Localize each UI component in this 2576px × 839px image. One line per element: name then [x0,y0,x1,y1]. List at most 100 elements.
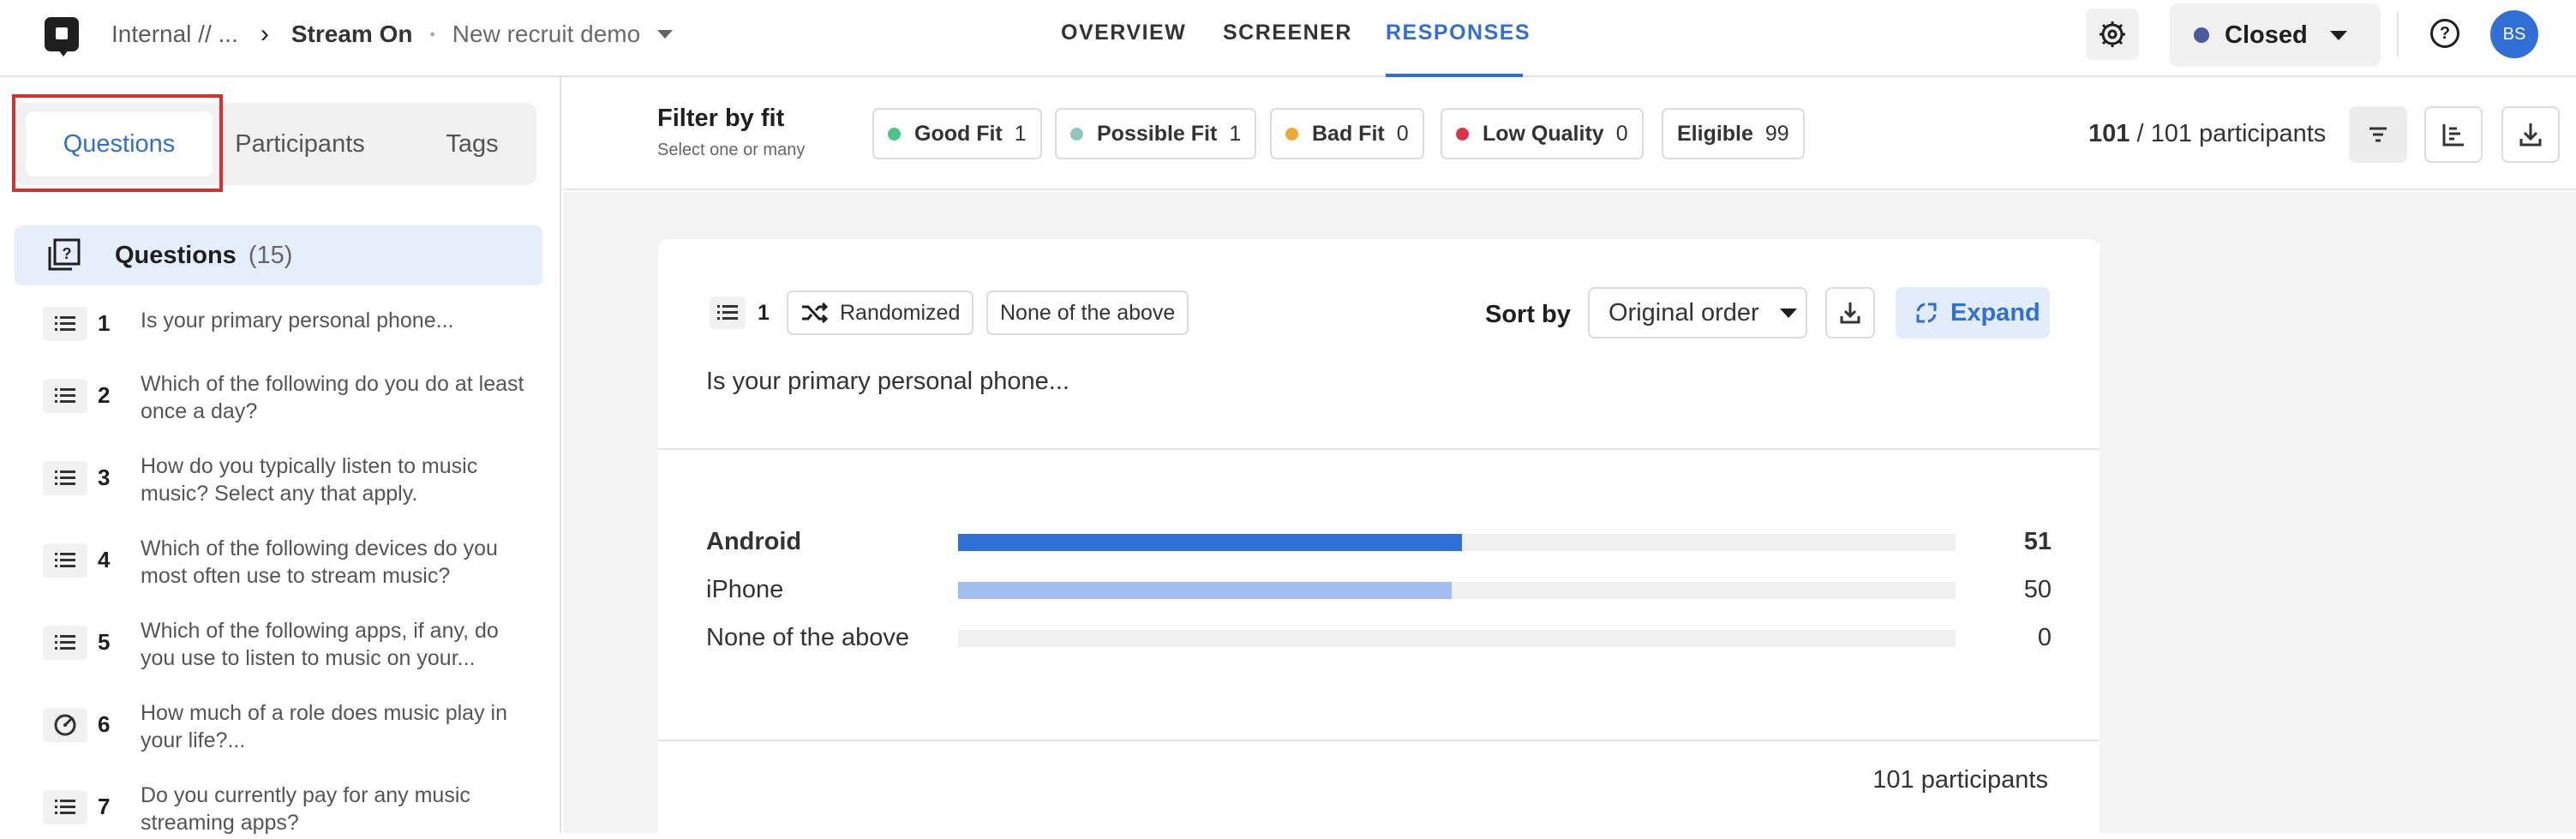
gear-icon [2100,21,2125,47]
filter-title: Filter by fit [657,105,785,132]
question-number: 1 [98,310,111,336]
top-bar: Internal // ... › Stream On • New recrui… [0,0,2576,77]
bar-android [958,534,1462,551]
questions-count: (15) [248,241,293,269]
app-logo[interactable] [45,17,79,57]
question-number: 2 [98,382,111,408]
participant-count-shown: 101 [2088,120,2130,147]
expand-icon [1916,303,1937,323]
question-total-participants: 101 participants [1872,766,2048,794]
list-item[interactable]: 3 How do you typically listen to music m… [43,452,540,509]
chip-label: Good Fit [914,121,1003,146]
chart-view-button[interactable] [2424,106,2483,163]
question-number: 4 [98,547,111,572]
question-card: 1 Randomized None of the above Sort by O… [658,239,2100,839]
filter-bar: Filter by fit Select one or many Good Fi… [563,77,2576,190]
shuffle-icon [802,302,829,324]
expand-button[interactable]: Expand [1896,287,2050,339]
question-text: Do you currently pay for any music strea… [141,783,470,835]
answer-value: 0 [2037,624,2052,651]
filter-chip-possible-fit[interactable]: Possible Fit 1 [1055,108,1257,159]
status-dropdown[interactable]: Closed [2170,3,2381,67]
status-dot [1070,127,1083,141]
filter-chip-good-fit[interactable]: Good Fit 1 [872,108,1042,159]
sidebar-tab-participants[interactable]: Participants [223,103,377,185]
list-item[interactable]: 2 Which of the following do you do at le… [43,370,540,427]
divider [658,448,2100,450]
bar-track [958,630,1956,647]
breadcrumb-project[interactable]: New recruit demo [452,21,640,48]
question-text: How much of a role does music play in yo… [141,701,507,752]
filter-subtitle: Select one or many [657,141,806,159]
tab-screener[interactable]: SCREENER [1223,21,1352,45]
separator-dot: • [429,25,435,43]
list-icon [43,307,87,341]
svg-text:?: ? [63,245,72,262]
none-of-the-above-tag: None of the above [986,291,1189,335]
question-number: 3 [98,464,111,490]
chip-label: Eligible [1677,121,1753,146]
chip-label: Low Quality [1483,121,1604,146]
filter-chip-bad-fit[interactable]: Bad Fit 0 [1270,108,1424,159]
question-text: Which of the following do you do at leas… [141,372,524,423]
list-icon [43,543,87,578]
question-number: 5 [98,629,111,655]
divider [2397,12,2399,57]
list-item[interactable]: 4 Which of the following devices do you … [43,535,540,591]
sort-label: Sort by [1485,301,1571,328]
chevron-down-icon[interactable] [657,30,674,39]
answer-row-none-of-the-above: None of the above 0 [706,622,2052,656]
questions-section-header[interactable]: ? Questions (15) [15,225,542,285]
bar-iphone [958,582,1453,599]
status-dot [2194,27,2209,43]
tab-responses[interactable]: RESPONSES [1386,21,1531,45]
tag-label: None of the above [1000,300,1176,325]
main-content: 1 Randomized None of the above Sort by O… [563,192,2576,839]
chevron-down-icon [2329,30,2347,40]
question-number: 1 [758,300,770,325]
status-dot [888,127,901,141]
question-number: 6 [98,711,111,737]
question-number: 7 [98,794,111,819]
sort-select[interactable]: Original order [1588,287,1807,339]
questions-title: Questions [115,241,237,269]
question-text: Which of the following apps, if any, do … [141,619,499,670]
list-icon [43,379,87,413]
help-icon[interactable]: ? [2430,19,2459,48]
participant-count: 101 / 101 participants [2088,120,2326,148]
bar-track [958,534,1956,551]
gauge-icon [43,708,87,742]
answer-value: 51 [2023,528,2052,555]
sidebar: Questions Participants Tags ? Questions … [0,77,561,835]
chip-count: 0 [1615,121,1628,146]
list-icon [43,790,87,824]
tab-overview[interactable]: OVERVIEW [1061,21,1186,45]
filter-chip-low-quality[interactable]: Low Quality 0 [1441,108,1644,159]
filter-chip-eligible[interactable]: Eligible 99 [1662,108,1805,159]
breadcrumb: Internal // ... › Stream On • New recrui… [111,19,674,50]
settings-button[interactable] [2086,9,2139,60]
answer-label: Android [706,528,802,555]
download-icon [2519,123,2542,147]
download-button[interactable] [2501,106,2560,163]
list-item[interactable]: 7 Do you currently pay for any music str… [43,782,540,835]
list-item[interactable]: 1 Is your primary personal phone... [43,307,540,345]
avatar[interactable]: BS [2490,10,2538,58]
breadcrumb-workspace[interactable]: Internal // ... [111,21,238,48]
answer-row-android: Android 51 [706,526,2052,560]
chip-count: 1 [1229,121,1242,146]
chip-count: 1 [1014,121,1027,146]
randomized-tag: Randomized [787,291,974,335]
download-question-button[interactable] [1825,287,1875,339]
highlight-box [12,94,223,192]
list-item[interactable]: 5 Which of the following apps, if any, d… [43,617,540,674]
list-item[interactable]: 6 How much of a role does music play in … [43,699,540,756]
breadcrumb-study[interactable]: Stream On [291,21,413,48]
question-text: Is your primary personal phone... [141,309,454,333]
chip-label: Bad Fit [1312,121,1385,146]
sidebar-tab-tags[interactable]: Tags [416,103,528,185]
filter-button[interactable] [2349,106,2407,163]
chevron-right-icon: › [260,20,269,48]
filter-icon [2369,127,2387,142]
question-text: Which of the following devices do you mo… [141,536,498,588]
